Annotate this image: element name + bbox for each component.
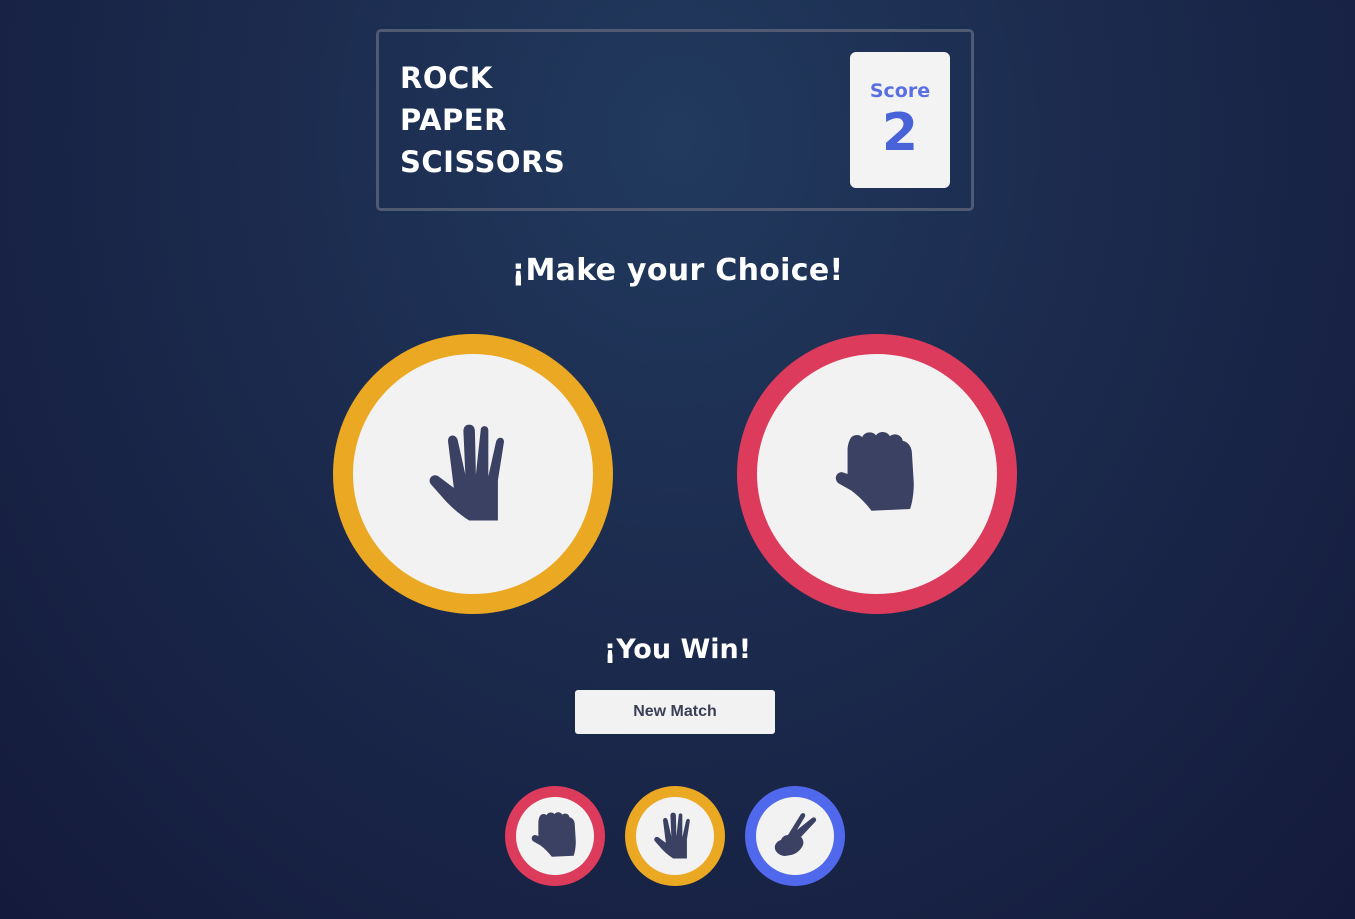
paper-hand-icon	[425, 417, 521, 532]
choice-prompt: ¡Make your Choice!	[511, 253, 844, 288]
title-line-paper: PAPER	[400, 103, 507, 137]
game-header: ROCK PAPER SCISSORS Score 2	[376, 29, 974, 211]
title-line-scissors: SCISSORS	[400, 145, 566, 179]
rock-fist-icon	[831, 428, 923, 520]
choice-paper-face	[636, 797, 714, 875]
match-result: ¡You Win!	[603, 634, 752, 665]
house-choice-token	[737, 334, 1017, 614]
score-box: Score 2	[850, 52, 950, 188]
score-value: 2	[881, 103, 919, 163]
choice-rock-button[interactable]	[505, 786, 605, 886]
title-line-rock: ROCK	[400, 61, 493, 95]
choice-scissors-button[interactable]	[745, 786, 845, 886]
choice-rock-face	[516, 797, 594, 875]
game-title: ROCK PAPER SCISSORS	[400, 57, 565, 183]
choice-scissors-face	[756, 797, 834, 875]
player-choice-face	[353, 354, 593, 594]
player-choice-token	[333, 334, 613, 614]
rock-fist-icon	[529, 810, 581, 862]
scissors-hand-icon	[770, 811, 820, 861]
new-match-button[interactable]: New Match	[575, 690, 775, 734]
choice-paper-button[interactable]	[625, 786, 725, 886]
house-choice-face	[757, 354, 997, 594]
score-label: Score	[869, 80, 931, 102]
paper-hand-icon	[652, 809, 698, 864]
